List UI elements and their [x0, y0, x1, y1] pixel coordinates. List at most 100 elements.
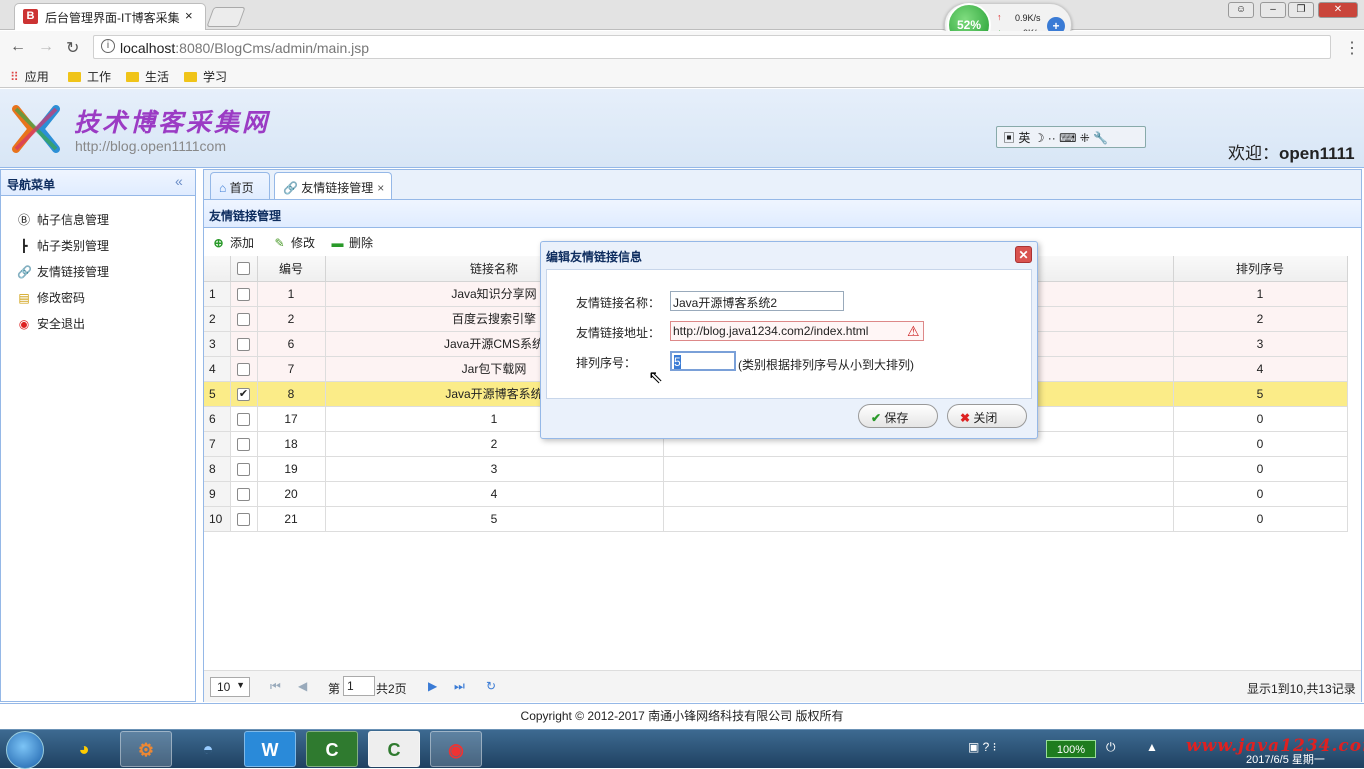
taskbar-app-camtasia[interactable]: C	[306, 731, 358, 767]
cell-id: 19	[257, 456, 326, 482]
dialog-footer: ✔ 保存 ✖ 关闭	[546, 399, 1032, 433]
minimize-button[interactable]: –	[1260, 2, 1286, 18]
browser-tab-strip: B 后台管理界面-IT博客采集 × 52% ↑ 0.9K/s ↓ 0K/s + …	[0, 0, 1364, 47]
order-input[interactable]: 5	[670, 351, 736, 371]
taskbar-app-mysql[interactable]: ◓	[182, 731, 234, 767]
restore-button[interactable]: ❐	[1288, 2, 1314, 18]
collapse-icon[interactable]: «	[175, 173, 183, 189]
refresh-icon[interactable]: ↻	[486, 679, 496, 693]
row-checkbox[interactable]	[237, 487, 250, 501]
column-header-order[interactable]: 排列序号	[1173, 256, 1348, 282]
save-button[interactable]: ✔ 保存	[858, 404, 938, 428]
row-checkbox[interactable]	[237, 287, 250, 301]
user-icon[interactable]: ☺	[1228, 2, 1254, 18]
start-button[interactable]	[6, 731, 44, 769]
upload-speed: 0.9K/s	[1015, 13, 1041, 23]
name-label: 友情链接名称：	[576, 296, 661, 310]
nav-item-password[interactable]: ▤ 修改密码	[17, 289, 187, 311]
table-row[interactable]: 10 21 5 0	[204, 506, 1348, 532]
next-page-icon[interactable]: ▶	[428, 679, 437, 693]
select-all-checkbox[interactable]	[237, 262, 250, 276]
dialog-close-icon[interactable]: ✕	[1015, 246, 1032, 263]
clock-date[interactable]: 2017/6/5 星期一	[1246, 751, 1325, 767]
table-row[interactable]: 9 20 4 0	[204, 481, 1348, 507]
bookmark-apps[interactable]: ⠿ 应用	[10, 68, 49, 85]
url-input[interactable]: i localhost:8080/BlogCms/admin/main.jsp	[93, 35, 1331, 59]
ime-toolbar[interactable]: ▣ 英 ☽ ·· ⌨ ⁜ 🔧	[996, 126, 1146, 148]
page-number-input[interactable]: 1	[343, 676, 375, 696]
row-number: 3	[204, 331, 231, 357]
cell-id: 21	[257, 506, 326, 532]
last-page-icon[interactable]: ⏭	[454, 679, 465, 694]
prev-page-icon[interactable]: ◀	[298, 679, 307, 693]
forward-icon[interactable]: →	[38, 38, 54, 56]
tree-icon: ┣	[20, 239, 28, 253]
cell-name: 3	[325, 456, 664, 482]
ime-logo-icon: ▣	[1003, 131, 1019, 145]
browser-tab[interactable]: B 后台管理界面-IT博客采集 ×	[14, 3, 206, 30]
row-number: 7	[204, 431, 231, 457]
menu-icon[interactable]: ⋮	[1344, 38, 1360, 58]
mouse-cursor-icon: ⇖	[648, 367, 664, 387]
tray-arrow-icon[interactable]: ▲	[1146, 740, 1158, 754]
link-url-input[interactable]: http://blog.java1234.com2/index.html ⚠	[670, 321, 924, 341]
link-name-input[interactable]: Java开源博客系统2	[670, 291, 844, 311]
apps-grid-icon: ⠿	[10, 70, 19, 84]
logo-icon	[12, 105, 60, 153]
table-row[interactable]: 8 19 3 0	[204, 456, 1348, 482]
nav-item-posts[interactable]: Ⓑ 帖子信息管理	[17, 211, 187, 233]
row-select-cell	[230, 406, 258, 432]
cell-id: 8	[257, 381, 326, 407]
back-icon[interactable]: ←	[10, 38, 26, 56]
bookmark-study[interactable]: 学习	[184, 68, 227, 85]
add-button[interactable]: ⊕ 添加	[211, 234, 254, 251]
ime-tools-icon: ☽ ·· ⌨ ⁜ 🔧	[1030, 131, 1109, 145]
nav-item-categories[interactable]: ┣ 帖子类别管理	[17, 237, 187, 259]
row-checkbox[interactable]: ✔	[237, 387, 250, 401]
folder-icon	[126, 72, 139, 82]
cell-url	[663, 506, 1174, 532]
bookmark-work[interactable]: 工作	[68, 68, 111, 85]
first-page-icon[interactable]: ⏮	[270, 679, 281, 694]
window-close-button[interactable]: ✕	[1318, 2, 1358, 18]
tray-icons[interactable]: ▣ ? ⁝	[968, 740, 997, 754]
delete-button[interactable]: ▬ 删除	[330, 234, 374, 251]
reload-icon[interactable]: ↻	[66, 38, 79, 58]
total-pages: 共2页	[376, 682, 407, 696]
column-header-id[interactable]: 编号	[257, 256, 326, 282]
taskbar-app-chrome[interactable]: ◉	[430, 731, 482, 767]
page-label: 第	[328, 682, 341, 696]
taskbar-app-media[interactable]: ◕	[58, 731, 110, 767]
tab-home[interactable]: ⌂ 首页	[210, 172, 270, 200]
url-path: :8080/BlogCms/admin/main.jsp	[175, 40, 370, 56]
row-checkbox[interactable]	[237, 512, 250, 526]
taskbar-app-word[interactable]: W	[244, 731, 296, 767]
row-checkbox[interactable]	[237, 437, 250, 451]
close-tab-icon[interactable]: ×	[185, 8, 193, 23]
new-tab-button[interactable]	[206, 7, 246, 27]
row-checkbox[interactable]	[237, 312, 250, 326]
bookmark-label: 工作	[87, 70, 112, 84]
close-tab-icon[interactable]: ×	[377, 181, 384, 195]
cell-order: 4	[1173, 356, 1348, 382]
row-checkbox[interactable]	[237, 362, 250, 376]
pagination: 10 ▼ ⏮ ◀ 第 1 共2页 ▶ ⏭ ↻ 显示1到10,共13记录	[204, 670, 1361, 702]
edit-button[interactable]: ✎ 修改	[272, 234, 315, 251]
row-checkbox[interactable]	[237, 412, 250, 426]
taskbar: ◕ ⚙ ◓ W C C ◉ ▣ ? ⁝ 100% ⏻ ▲ www.java123…	[0, 729, 1364, 769]
bookmark-life[interactable]: 生活	[126, 68, 169, 85]
row-checkbox[interactable]	[237, 462, 250, 476]
close-button[interactable]: ✖ 关闭	[947, 404, 1027, 428]
battery-indicator[interactable]: 100%	[1046, 740, 1096, 758]
nav-item-logout[interactable]: ◉ 安全退出	[17, 315, 187, 337]
page-size-select[interactable]: 10 ▼	[210, 677, 250, 697]
taskbar-app-java[interactable]: ⚙	[120, 731, 172, 767]
nav-item-links[interactable]: 🔗 友情链接管理	[17, 263, 187, 285]
cell-order: 0	[1173, 481, 1348, 507]
tab-links[interactable]: 🔗 友情链接管理 ×	[274, 172, 392, 200]
info-icon[interactable]: i	[101, 39, 115, 53]
taskbar-app-camtasia-2[interactable]: C	[368, 731, 420, 767]
cell-order: 2	[1173, 306, 1348, 332]
page-tabs: ⌂ 首页 🔗 友情链接管理 ×	[203, 169, 1362, 200]
row-checkbox[interactable]	[237, 337, 250, 351]
